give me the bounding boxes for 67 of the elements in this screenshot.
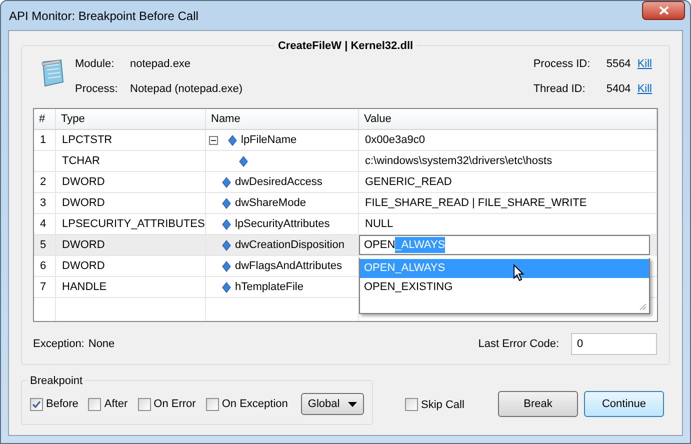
table-row[interactable]: 3 DWORD dwShareMode FILE_SHARE_READ | FILE_SHARE_WRITE	[34, 193, 657, 214]
last-error-field[interactable]: 0	[571, 333, 657, 355]
close-icon	[658, 6, 668, 15]
last-error-label: Last Error Code:	[478, 336, 559, 352]
checkbox-label: Before	[46, 396, 78, 412]
scope-dropdown[interactable]: Global	[300, 393, 364, 415]
diamond-icon	[222, 260, 231, 272]
diamond-icon	[228, 134, 237, 146]
column-header[interactable]: Type	[56, 109, 206, 129]
checkbox-label: On Exception	[222, 396, 288, 412]
column-header[interactable]: Name	[206, 109, 359, 129]
id-value: 5404	[606, 82, 632, 96]
group-title: Breakpoint	[28, 373, 85, 390]
type-cell: HANDLE	[56, 277, 206, 298]
id-label: Process ID:	[533, 57, 592, 72]
window-title: API Monitor: Breakpoint Before Call	[9, 8, 198, 24]
editor-text: _ALWAYS	[395, 236, 446, 254]
table-row[interactable]: TCHAR c:\windows\system32\drivers\etc\hosts	[34, 151, 657, 172]
diamond-icon	[239, 156, 248, 166]
checkbox-label: Skip Call	[421, 398, 464, 412]
field-value: Notepad (notepad.exe)	[130, 82, 243, 96]
dialog-button[interactable]: Continue	[584, 391, 664, 417]
exception-value: None	[88, 336, 115, 352]
dropdown-option[interactable]: OPEN_EXISTING	[360, 278, 649, 297]
diamond-icon	[222, 282, 231, 292]
name-text: dwFlagsAndAttributes	[235, 258, 342, 274]
id-value: 5564	[606, 57, 632, 72]
column-header[interactable]: #	[34, 109, 56, 129]
checkbox[interactable]	[88, 398, 102, 410]
checkbox[interactable]	[30, 398, 43, 410]
table-row[interactable]: 2 DWORD dwDesiredAccess GENERIC_READ	[34, 172, 657, 193]
checkbox[interactable]	[405, 398, 418, 412]
id-label: Thread ID:	[533, 82, 586, 96]
name-text: lpSecurityAttributes	[235, 216, 330, 232]
diamond-icon	[222, 198, 231, 208]
close-button[interactable]	[642, 1, 685, 20]
field-label: Process:	[75, 82, 119, 96]
group-title: CreateFileW | Kernel32.dll	[274, 38, 418, 54]
checkbox[interactable]	[138, 398, 151, 410]
diamond-icon	[222, 176, 231, 188]
dialog-button[interactable]: Break	[498, 391, 578, 417]
name-text: hTemplateFile	[235, 280, 304, 295]
index-cell: 7	[34, 277, 56, 298]
editor-text: OPEN	[364, 238, 396, 253]
kill-link[interactable]: Kill	[637, 80, 652, 97]
diamond-icon	[222, 240, 231, 250]
field-label: Module:	[75, 57, 116, 72]
name-text: dwCreationDisposition	[235, 238, 344, 253]
checkbox[interactable]	[206, 398, 219, 410]
table-row[interactable]: 4 LPSECURITY_ATTRIBUTES lpSecurityAttributes NULL	[34, 214, 657, 235]
table-row[interactable]: 5 DWORD dwCreationDisposition OPEN_ALWAYS	[34, 235, 657, 256]
checkbox-label: After	[104, 396, 128, 412]
field-value: notepad.exe	[130, 57, 191, 72]
name-text: dwDesiredAccess	[235, 174, 322, 190]
cursor-icon	[513, 264, 525, 282]
checkbox-label: On Error	[154, 396, 196, 412]
name-text: lpFileName	[241, 132, 297, 148]
diamond-icon	[222, 218, 231, 230]
name-text: dwShareMode	[235, 196, 306, 211]
exception-label: Exception:	[33, 336, 84, 352]
table-row[interactable]: 1 LPCTSTR lpFileName 0x00e3a9c0	[34, 130, 657, 151]
value-editor[interactable]: OPEN_ALWAYS	[359, 235, 650, 255]
column-header[interactable]: Value	[359, 109, 657, 129]
collapse-icon[interactable]	[209, 136, 218, 144]
resize-grip-icon	[638, 302, 647, 311]
kill-link[interactable]: Kill	[637, 56, 652, 72]
dropdown-arrow-icon	[348, 402, 357, 406]
